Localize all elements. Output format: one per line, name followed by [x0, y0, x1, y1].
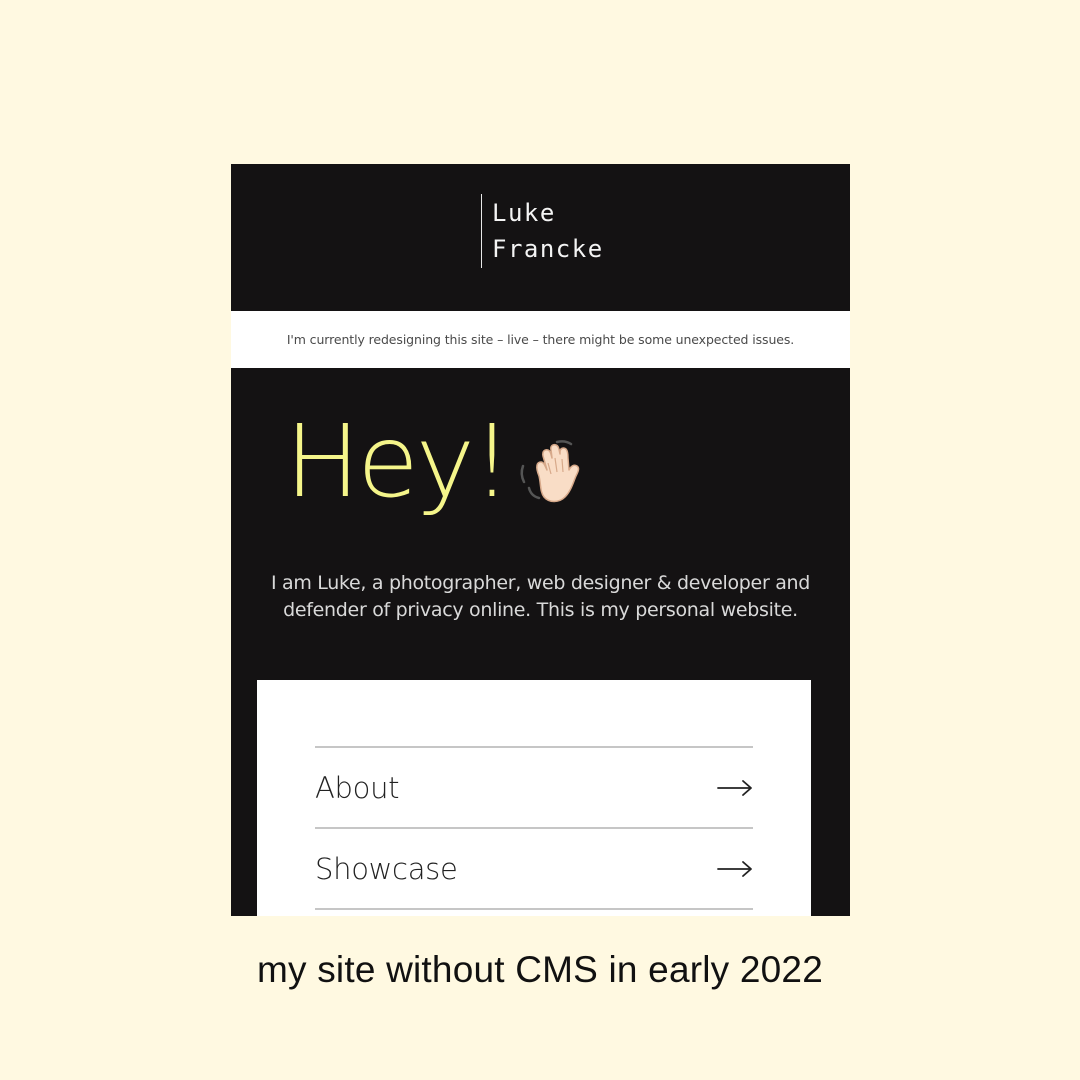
arrow-right-icon [717, 860, 752, 877]
arrow-right-icon [717, 779, 752, 796]
waving-hand-icon [520, 440, 580, 503]
notice-banner: I'm currently redesigning this site – li… [231, 311, 850, 368]
logo-last-name: Francke [492, 235, 604, 263]
nav-item-about[interactable]: About [315, 748, 753, 829]
notice-text: I'm currently redesigning this site – li… [286, 332, 795, 347]
intro-text: I am Luke, a photographer, web designer … [231, 570, 850, 624]
nav-item-label: Showcase [315, 851, 458, 886]
website-screenshot: Luke Francke I'm currently redesigning t… [231, 164, 850, 916]
hero-heading: Hey! [285, 402, 591, 522]
site-logo[interactable]: Luke Francke [481, 194, 604, 268]
caption: my site without CMS in early 2022 [257, 949, 823, 990]
nav-item-label: About [315, 770, 400, 805]
site-header: Luke Francke [231, 164, 850, 311]
logo-first-name: Luke [492, 199, 556, 227]
intro-line-1: I am Luke, a photographer, web designer … [270, 572, 811, 594]
hero-section: Hey! I am Luke, a photographer, web desi… [231, 368, 850, 679]
nav-item-showcase[interactable]: Showcase [315, 829, 753, 910]
intro-line-2: defender of privacy online. This is my p… [283, 599, 798, 621]
nav-list: About Showcase [315, 746, 753, 910]
navigation-card: About Showcase [257, 680, 811, 916]
hero-title: Hey! [285, 403, 512, 520]
